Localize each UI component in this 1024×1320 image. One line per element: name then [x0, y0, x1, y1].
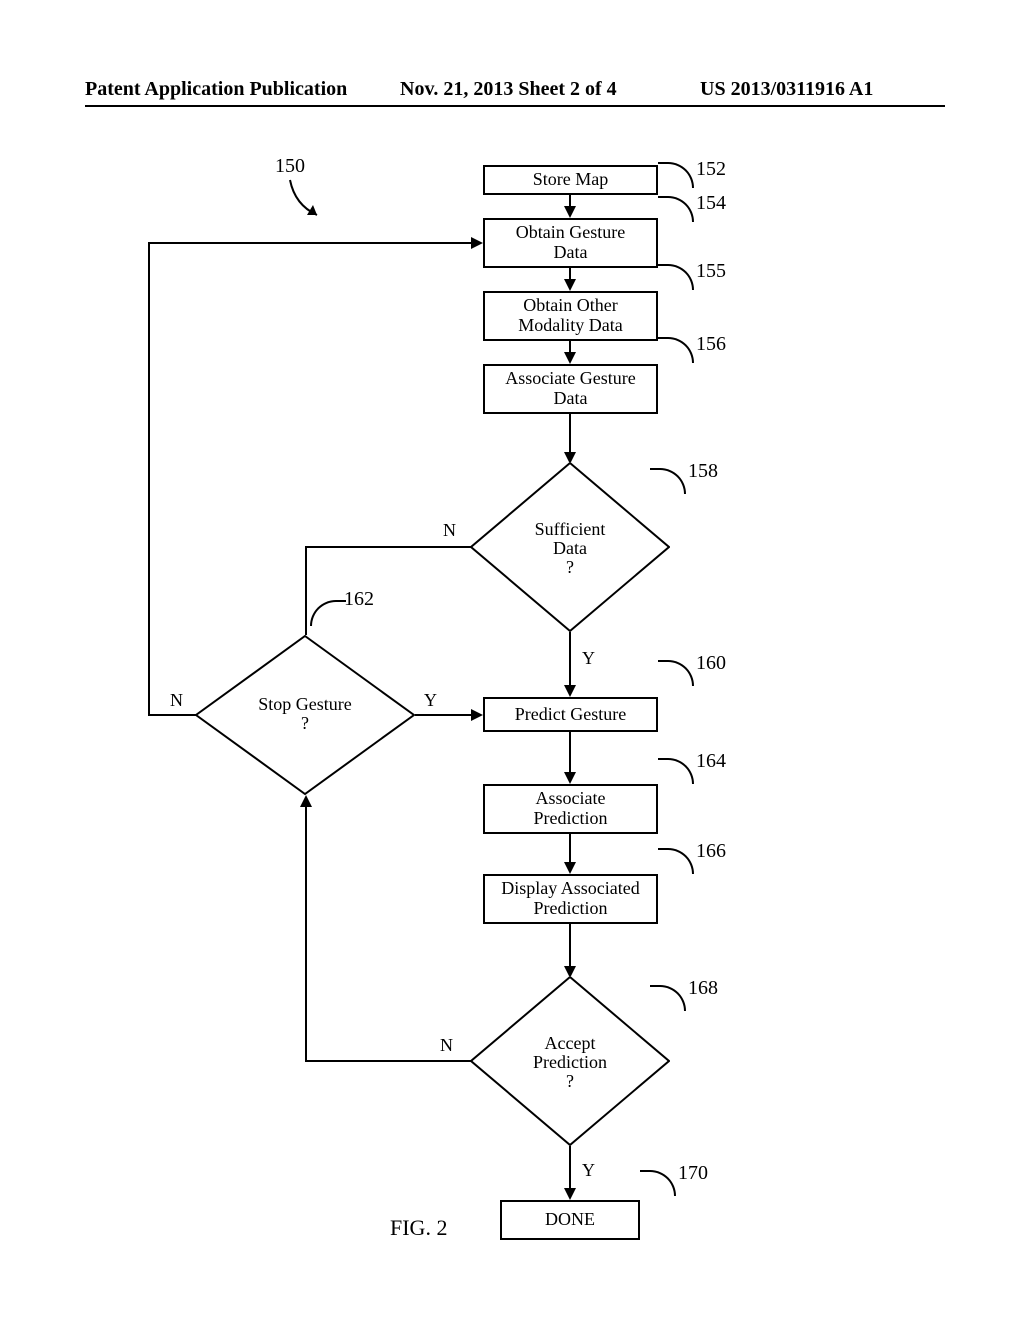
- diamond-accept-label: Accept Prediction ?: [533, 1033, 607, 1091]
- label-168-Y: Y: [582, 1160, 595, 1181]
- edge-168-162-v: [305, 806, 307, 1062]
- leader-155: [658, 264, 694, 290]
- leader-162: [310, 600, 346, 626]
- edge-162-loop-v: [148, 242, 150, 716]
- box-display-prediction: Display Associated Prediction: [483, 874, 658, 924]
- leader-156: [658, 337, 694, 363]
- diamond-stop-gesture: Stop Gesture ?: [195, 635, 415, 795]
- edge-168-162-h: [305, 1060, 472, 1062]
- box-predict-gesture: Predict Gesture: [483, 697, 658, 732]
- box-predict-gesture-label: Predict Gesture: [515, 705, 626, 725]
- label-158-Y: Y: [582, 648, 595, 669]
- label-168-N: N: [440, 1035, 453, 1056]
- box-obtain-gesture: Obtain Gesture Data: [483, 218, 658, 268]
- ref-164: 164: [696, 750, 726, 773]
- ref-168: 168: [688, 977, 718, 1000]
- ref-152: 152: [696, 158, 726, 181]
- leader-168: [650, 985, 686, 1011]
- box-store-map-label: Store Map: [533, 170, 609, 190]
- arrow-160-164: [564, 772, 576, 784]
- arrow-152-154: [564, 206, 576, 218]
- edge-162-160: [415, 714, 473, 716]
- box-associate-gesture-label: Associate Gesture Data: [505, 369, 635, 409]
- edge-166-168: [569, 924, 571, 968]
- edge-162-loop-h1: [148, 714, 197, 716]
- header-right: US 2013/0311916 A1: [700, 78, 873, 101]
- box-obtain-other: Obtain Other Modality Data: [483, 291, 658, 341]
- edge-162-loop-h2: [148, 242, 473, 244]
- header-center: Nov. 21, 2013 Sheet 2 of 4: [400, 78, 617, 101]
- edge-168-170: [569, 1146, 571, 1190]
- edge-156-158: [569, 414, 571, 454]
- arrow-168-170: [564, 1188, 576, 1200]
- arrow-168-162: [300, 795, 312, 807]
- ref-162: 162: [344, 588, 374, 611]
- box-associate-prediction-label: Associate Prediction: [534, 789, 608, 829]
- edge-158-162-v: [305, 546, 307, 638]
- edge-164-166: [569, 834, 571, 864]
- diamond-stop-gesture-label: Stop Gesture ?: [258, 694, 352, 733]
- leader-160: [658, 660, 694, 686]
- ref-166: 166: [696, 840, 726, 863]
- ref-154: 154: [696, 192, 726, 215]
- leader-170: [640, 1170, 676, 1196]
- box-associate-prediction: Associate Prediction: [483, 784, 658, 834]
- box-store-map: Store Map: [483, 165, 658, 195]
- edge-158-162-h: [305, 546, 472, 548]
- header-rule: [85, 105, 945, 107]
- pointer-150-arrow: [285, 175, 335, 225]
- arrow-164-166: [564, 862, 576, 874]
- diamond-sufficient: Sufficient Data ?: [470, 462, 670, 632]
- leader-166: [658, 848, 694, 874]
- ref-158: 158: [688, 460, 718, 483]
- leader-154: [658, 196, 694, 222]
- leader-164: [658, 758, 694, 784]
- diamond-accept: Accept Prediction ?: [470, 976, 670, 1146]
- label-158-N: N: [443, 520, 456, 541]
- box-done: DONE: [500, 1200, 640, 1240]
- box-obtain-other-label: Obtain Other Modality Data: [518, 296, 622, 336]
- ref-156: 156: [696, 333, 726, 356]
- leader-158: [650, 468, 686, 494]
- ref-155: 155: [696, 260, 726, 283]
- label-162-Y: Y: [424, 690, 437, 711]
- arrow-158-160: [564, 685, 576, 697]
- leader-152: [658, 162, 694, 188]
- box-display-prediction-label: Display Associated Prediction: [501, 879, 639, 919]
- ref-170: 170: [678, 1162, 708, 1185]
- box-associate-gesture: Associate Gesture Data: [483, 364, 658, 414]
- box-done-label: DONE: [545, 1210, 595, 1230]
- arrow-154-155: [564, 279, 576, 291]
- diamond-sufficient-label: Sufficient Data ?: [535, 519, 606, 577]
- figure-caption: FIG. 2: [390, 1215, 447, 1241]
- edge-158-160: [569, 632, 571, 687]
- ref-160: 160: [696, 652, 726, 675]
- label-162-N: N: [170, 690, 183, 711]
- box-obtain-gesture-label: Obtain Gesture Data: [516, 223, 625, 263]
- edge-160-164: [569, 732, 571, 774]
- arrow-155-156: [564, 352, 576, 364]
- arrow-162-154: [471, 237, 483, 249]
- header-left: Patent Application Publication: [85, 78, 347, 101]
- page: Patent Application Publication Nov. 21, …: [0, 0, 1024, 1320]
- arrow-162-160: [471, 709, 483, 721]
